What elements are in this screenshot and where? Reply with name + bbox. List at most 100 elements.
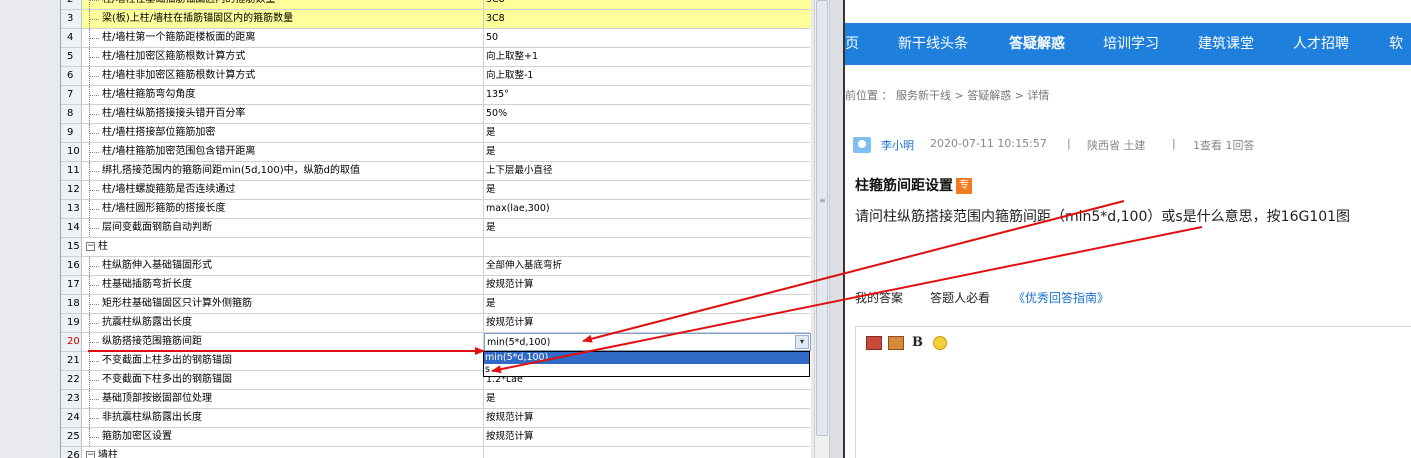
setting-value-cell[interactable]: max(lae,300) xyxy=(484,200,811,218)
table-row[interactable]: 26− 墙柱 xyxy=(61,447,811,458)
table-row[interactable]: 4 柱/墙柱第一个箍筋距楼板面的距离 50 xyxy=(61,29,811,48)
setting-value-cell[interactable]: 是 xyxy=(484,295,811,313)
setting-value-cell[interactable]: 按规范计算 xyxy=(484,428,811,446)
setting-name-cell[interactable]: 柱基础插筋弯折长度 xyxy=(82,276,484,294)
answer-guide-link[interactable]: 《优秀回答指南》 xyxy=(1013,289,1109,306)
setting-value-cell[interactable]: 是 xyxy=(484,219,811,237)
setting-name-cell[interactable]: 柱/墙柱纵筋搭接接头错开百分率 xyxy=(82,105,484,123)
table-row[interactable]: 2 柱/墙柱在基础插筋锚固区内的箍筋数量 3C8 xyxy=(61,0,811,10)
setting-name-cell[interactable]: 柱/墙柱搭接部位箍筋加密 xyxy=(82,124,484,142)
setting-value-select[interactable]: min(5*d,100) ▾ xyxy=(484,333,811,351)
table-row[interactable]: 15− 柱 xyxy=(61,238,811,257)
setting-value-cell[interactable]: 按规范计算 xyxy=(484,409,811,427)
setting-name-cell[interactable]: 柱/墙柱圆形箍筋的搭接长度 xyxy=(82,200,484,218)
setting-name-cell[interactable]: 不变截面下柱多出的钢筋锚固 xyxy=(82,371,484,389)
pane-divider[interactable] xyxy=(829,0,843,458)
setting-name-cell[interactable]: 柱/墙柱非加密区箍筋根数计算方式 xyxy=(82,67,484,85)
setting-value-cell[interactable]: 3C8 xyxy=(484,0,811,9)
table-row[interactable]: 16 柱纵筋伸入基础锚固形式 全部伸入基底弯折 xyxy=(61,257,811,276)
setting-value-cell[interactable]: 按规范计算 xyxy=(484,276,811,294)
table-row[interactable]: 18 矩形柱基础锚固区只计算外侧箍筋 是 xyxy=(61,295,811,314)
setting-value-cell[interactable]: 是 xyxy=(484,181,811,199)
table-row[interactable]: 3 梁(板)上柱/墙柱在插筋锚固区内的箍筋数量 3C8 xyxy=(61,10,811,29)
setting-name-cell[interactable]: 柱/墙柱在基础插筋锚固区内的箍筋数量 xyxy=(82,0,484,9)
setting-name-cell[interactable]: 柱/墙柱箍筋加密范围包含错开距离 xyxy=(82,143,484,161)
setting-value-cell[interactable]: 3C8 xyxy=(484,10,811,28)
setting-name-cell[interactable]: 绑扎搭接范围内的箍筋间距min(5d,100)中，纵筋d的取值 xyxy=(82,162,484,180)
setting-name-cell[interactable]: 纵筋搭接范围箍筋间距 xyxy=(82,333,484,351)
grid-scrollbar[interactable]: ≡ xyxy=(814,0,829,458)
table-row[interactable]: 19 抗震柱纵筋露出长度 按规范计算 xyxy=(61,314,811,333)
setting-value-cell[interactable]: 50% xyxy=(484,105,811,123)
collapse-toggle-icon[interactable]: − xyxy=(86,241,95,251)
table-row[interactable]: 23 基础顶部按嵌固部位处理 是 xyxy=(61,390,811,409)
dropdown-option[interactable]: min(5*d,100) xyxy=(484,352,809,364)
tree-line-icon xyxy=(86,390,100,408)
row-number: 25 xyxy=(61,428,82,446)
nav-item-jobs[interactable]: 人才招聘 xyxy=(1293,23,1349,65)
nav-item-headlines[interactable]: 新干线头条 xyxy=(898,23,968,65)
nav-item-qa[interactable]: 答疑解惑 xyxy=(1009,23,1065,65)
setting-value-cell[interactable] xyxy=(484,238,811,256)
nav-item-home[interactable]: 页 xyxy=(845,23,859,65)
setting-name-cell[interactable]: − 墙柱 xyxy=(82,447,484,458)
setting-value-cell[interactable]: 50 xyxy=(484,29,811,47)
table-row[interactable]: 5 柱/墙柱加密区箍筋根数计算方式 向上取整+1 xyxy=(61,48,811,67)
nav-item-training[interactable]: 培训学习 xyxy=(1103,23,1159,65)
setting-name-cell[interactable]: 不变截面上柱多出的钢筋锚固 xyxy=(82,352,484,370)
table-row[interactable]: 13 柱/墙柱圆形箍筋的搭接长度 max(lae,300) xyxy=(61,200,811,219)
chevron-down-icon[interactable]: ▾ xyxy=(795,335,809,349)
setting-name-cell[interactable]: 梁(板)上柱/墙柱在插筋锚固区内的箍筋数量 xyxy=(82,10,484,28)
setting-name-cell[interactable]: 柱/墙柱箍筋弯勾角度 xyxy=(82,86,484,104)
dropdown-option[interactable]: s xyxy=(484,364,809,376)
table-row[interactable]: 14 层间变截面钢筋自动判断 是 xyxy=(61,219,811,238)
must-read-link[interactable]: 答题人必看 xyxy=(930,289,990,306)
nav-item-software[interactable]: 软 xyxy=(1389,23,1403,65)
insert-image-icon[interactable] xyxy=(866,336,882,350)
table-row[interactable]: 7 柱/墙柱箍筋弯勾角度 135° xyxy=(61,86,811,105)
setting-value-cell[interactable]: 是 xyxy=(484,390,811,408)
nav-item-classroom[interactable]: 建筑课堂 xyxy=(1198,23,1254,65)
setting-name-cell[interactable]: 柱/墙柱加密区箍筋根数计算方式 xyxy=(82,48,484,66)
setting-value-cell[interactable]: 是 xyxy=(484,143,811,161)
setting-value-cell[interactable]: 上下层最小直径 xyxy=(484,162,811,180)
setting-name-cell[interactable]: − 柱 xyxy=(82,238,484,256)
setting-name-cell[interactable]: 箍筋加密区设置 xyxy=(82,428,484,446)
table-row[interactable]: 12 柱/墙柱螺旋箍筋是否连续通过 是 xyxy=(61,181,811,200)
table-row[interactable]: 8 柱/墙柱纵筋搭接接头错开百分率 50% xyxy=(61,105,811,124)
tree-line-icon xyxy=(86,219,100,237)
table-row[interactable]: 9 柱/墙柱搭接部位箍筋加密 是 xyxy=(61,124,811,143)
table-row[interactable]: 17 柱基础插筋弯折长度 按规范计算 xyxy=(61,276,811,295)
table-row[interactable]: 11 绑扎搭接范围内的箍筋间距min(5d,100)中，纵筋d的取值 上下层最小直径 xyxy=(61,162,811,181)
setting-name-cell[interactable]: 柱/墙柱第一个箍筋距楼板面的距离 xyxy=(82,29,484,47)
row-number: 7 xyxy=(61,86,82,104)
setting-name-cell[interactable]: 层间变截面钢筋自动判断 xyxy=(82,219,484,237)
answer-editor[interactable]: B xyxy=(855,326,1411,458)
setting-value-cell[interactable]: 向上取整-1 xyxy=(484,67,811,85)
setting-value-cell[interactable] xyxy=(484,447,811,458)
bold-icon[interactable]: B xyxy=(912,336,928,350)
setting-value-cell[interactable]: 按规范计算 xyxy=(484,314,811,332)
row-number: 10 xyxy=(61,143,82,161)
table-row[interactable]: 20 纵筋搭接范围箍筋间距 min(5*d,100) ▾ xyxy=(61,333,811,352)
table-row[interactable]: 24 非抗震柱纵筋露出长度 按规范计算 xyxy=(61,409,811,428)
emoji-icon[interactable] xyxy=(933,336,947,350)
collapse-toggle-icon[interactable]: − xyxy=(86,450,95,458)
insert-gallery-icon[interactable] xyxy=(888,336,904,350)
table-row[interactable]: 6 柱/墙柱非加密区箍筋根数计算方式 向上取整-1 xyxy=(61,67,811,86)
setting-name-cell[interactable]: 基础顶部按嵌固部位处理 xyxy=(82,390,484,408)
table-row[interactable]: 10 柱/墙柱箍筋加密范围包含错开距离 是 xyxy=(61,143,811,162)
setting-value-cell[interactable]: 是 xyxy=(484,124,811,142)
setting-name-cell[interactable]: 柱/墙柱螺旋箍筋是否连续通过 xyxy=(82,181,484,199)
grid-scrollbar-thumb[interactable]: ≡ xyxy=(816,0,828,436)
setting-name-cell[interactable]: 矩形柱基础锚固区只计算外侧箍筋 xyxy=(82,295,484,313)
value-dropdown-list[interactable]: min(5*d,100) s xyxy=(483,351,810,377)
setting-value-cell[interactable]: 向上取整+1 xyxy=(484,48,811,66)
table-row[interactable]: 25 箍筋加密区设置 按规范计算 xyxy=(61,428,811,447)
setting-name-cell[interactable]: 柱纵筋伸入基础锚固形式 xyxy=(82,257,484,275)
setting-value-cell[interactable]: 全部伸入基底弯折 xyxy=(484,257,811,275)
setting-name-cell[interactable]: 非抗震柱纵筋露出长度 xyxy=(82,409,484,427)
author-link[interactable]: 李小明 xyxy=(881,137,914,153)
setting-name-cell[interactable]: 抗震柱纵筋露出长度 xyxy=(82,314,484,332)
setting-value-cell[interactable]: 135° xyxy=(484,86,811,104)
